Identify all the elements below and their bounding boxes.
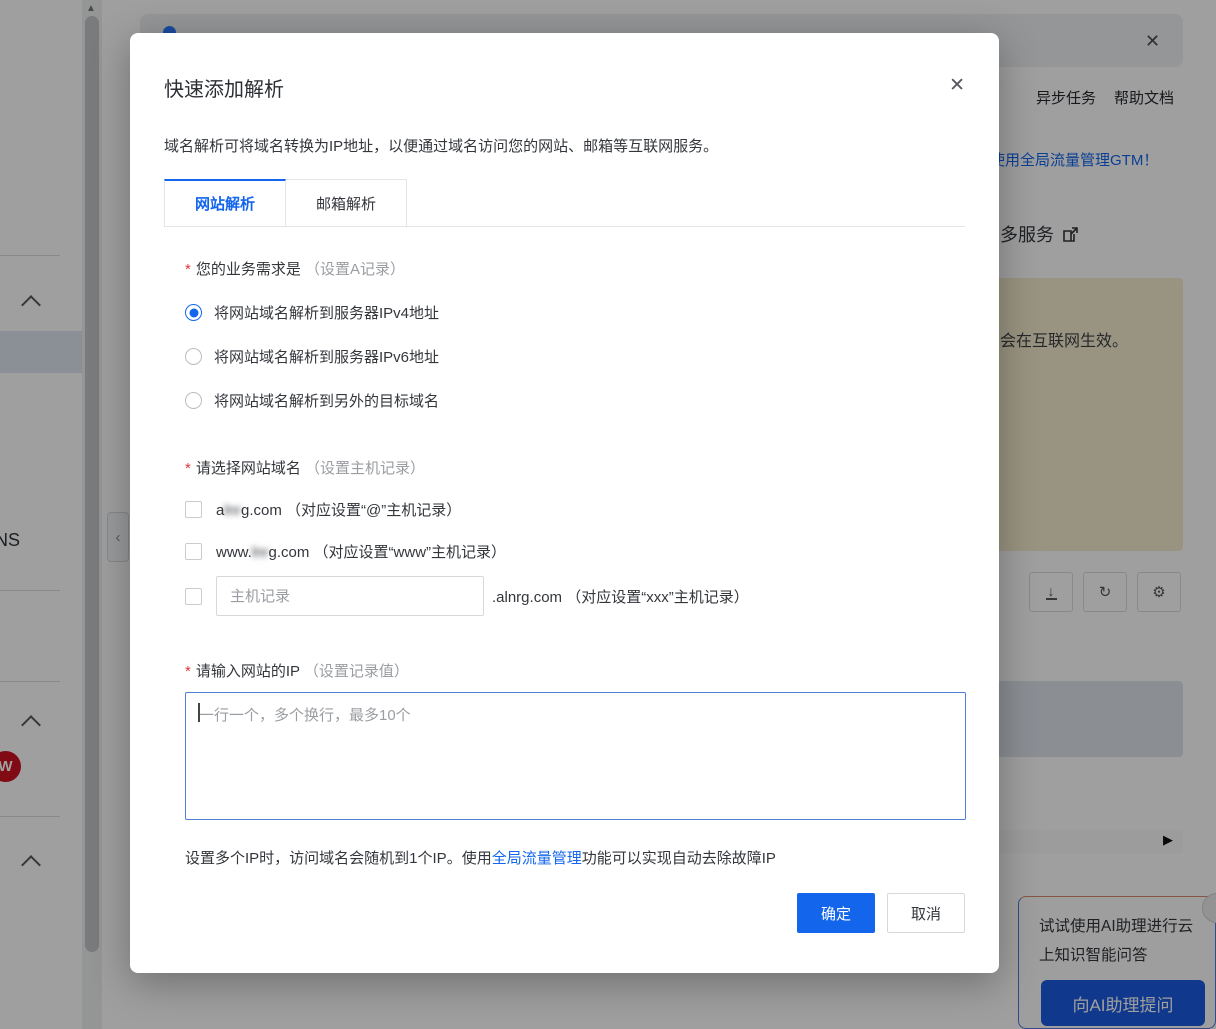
domain-text: www.lnrg.com （对应设置“www”主机记录） [216, 541, 506, 562]
modal-close-icon[interactable]: ✕ [949, 73, 965, 95]
quick-add-dns-modal: 快速添加解析 ✕ 域名解析可将域名转换为IP地址，以便通过域名访问您的网站、邮箱… [130, 33, 999, 973]
radio-checked-icon[interactable] [185, 304, 202, 321]
checkbox-icon[interactable] [185, 588, 202, 605]
radio-option-ipv4[interactable]: 将网站域名解析到服务器IPv4地址 [185, 302, 965, 323]
tab-email-resolution[interactable]: 邮箱解析 [286, 179, 407, 226]
domain-note: （对应设置“@”主机记录） [286, 502, 461, 519]
gtm-inline-link[interactable]: 全局流量管理 [492, 850, 582, 867]
domain-suffix: .alnrg.com （对应设置“xxx”主机记录） [492, 586, 749, 607]
modal-description: 域名解析可将域名转换为IP地址，以便通过域名访问您的网站、邮箱等互联网服务。 [164, 135, 965, 156]
ip-note: 设置多个IP时，访问域名会随机到1个IP。使用全局流量管理功能可以实现自动去除故… [185, 847, 965, 868]
radio-icon[interactable] [185, 348, 202, 365]
choose-domain-label: *请选择网站域名 （设置主机记录） [185, 457, 965, 478]
cancel-button[interactable]: 取消 [887, 893, 965, 933]
confirm-button[interactable]: 确定 [797, 893, 875, 933]
modal-title: 快速添加解析 [164, 73, 284, 102]
domain-note: （对应设置“www”主机记录） [314, 544, 507, 561]
required-asterisk: * [185, 261, 191, 278]
checkbox-icon[interactable] [185, 543, 202, 560]
radio-label: 将网站域名解析到服务器IPv6地址 [214, 346, 439, 367]
radio-label: 将网站域名解析到另外的目标域名 [214, 390, 439, 411]
text-cursor [198, 703, 200, 722]
modal-footer: 确定 取消 [164, 893, 965, 933]
radio-icon[interactable] [185, 392, 202, 409]
ip-label: *请输入网站的IP （设置记录值） [185, 660, 965, 681]
domain-option-www[interactable]: www.lnrg.com （对应设置“www”主机记录） [185, 541, 965, 562]
host-record-input[interactable] [216, 576, 484, 616]
redacted-text: lnr [224, 502, 241, 519]
screen: ▲ NS W ‹ ✕ 异步任务 帮助文档 使用全局流量管理GTM！ 多服务 [0, 0, 1216, 1029]
required-asterisk: * [185, 460, 191, 477]
checkbox-icon[interactable] [185, 501, 202, 518]
business-need-hint: （设置A记录） [305, 261, 405, 278]
radio-option-cname[interactable]: 将网站域名解析到另外的目标域名 [185, 390, 965, 411]
ip-hint: （设置记录值） [304, 663, 409, 680]
business-need-label: *您的业务需求是 （设置A记录） [185, 258, 965, 279]
dns-form: *您的业务需求是 （设置A记录） 将网站域名解析到服务器IPv4地址 将网站域名… [164, 258, 965, 868]
domain-option-custom[interactable]: .alnrg.com （对应设置“xxx”主机记录） [185, 576, 965, 616]
ip-textarea[interactable] [185, 692, 966, 820]
domain-note: （对应设置“xxx”主机记录） [566, 589, 749, 606]
domain-text: alnrg.com （对应设置“@”主机记录） [216, 499, 461, 520]
choose-domain-hint: （设置主机记录） [305, 460, 425, 477]
radio-label: 将网站域名解析到服务器IPv4地址 [214, 302, 439, 323]
redacted-text: lnr [252, 544, 269, 561]
tab-website-resolution[interactable]: 网站解析 [164, 179, 286, 226]
domain-option-root[interactable]: alnrg.com （对应设置“@”主机记录） [185, 499, 965, 520]
ip-input-area [185, 692, 966, 825]
radio-option-ipv6[interactable]: 将网站域名解析到服务器IPv6地址 [185, 346, 965, 367]
tab-bar: 网站解析 邮箱解析 [164, 179, 965, 227]
required-asterisk: * [185, 663, 191, 680]
